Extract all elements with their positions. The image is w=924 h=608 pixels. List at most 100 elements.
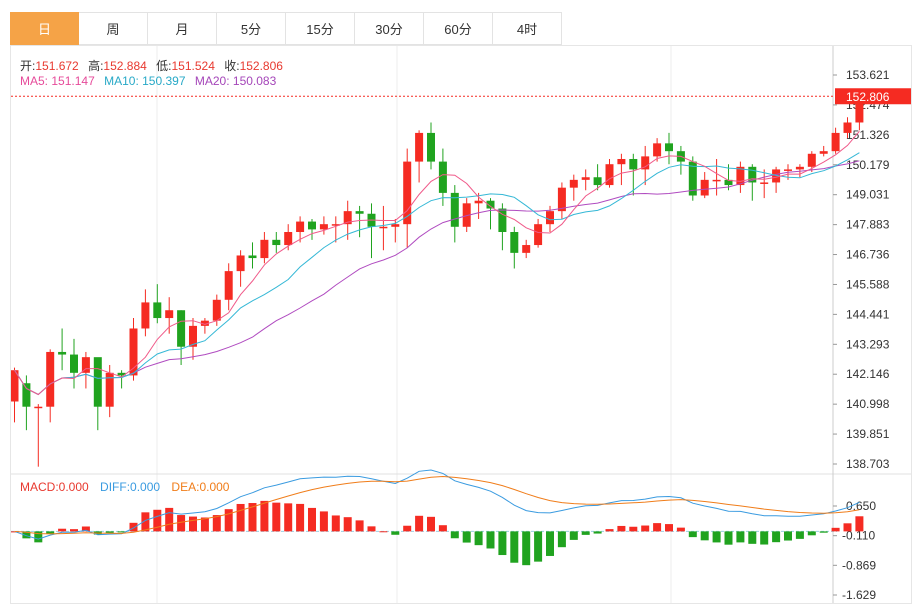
macd-bar-53 xyxy=(641,525,650,532)
price-tick-label-12: 139.851 xyxy=(846,427,890,441)
candle-body-18 xyxy=(224,271,233,300)
candle-body-17 xyxy=(212,299,221,321)
candle-body-20 xyxy=(248,255,257,259)
candle-body-50 xyxy=(605,164,614,186)
price-tick-label-13: 138.703 xyxy=(846,457,890,471)
macd-bar-70 xyxy=(843,523,852,532)
candle-body-54 xyxy=(653,143,662,157)
candle-body-70 xyxy=(843,122,852,133)
last-price-tag-label: 152.806 xyxy=(846,90,890,104)
tab-7[interactable]: 4时 xyxy=(493,12,562,45)
macd-tick-label-2: -0.869 xyxy=(842,558,876,572)
ma20-label: MA20: xyxy=(194,74,230,88)
macd-bar-31 xyxy=(379,531,388,533)
tab-2[interactable]: 月 xyxy=(148,12,217,45)
macd-bar-46 xyxy=(557,531,566,548)
high-label: 高: xyxy=(88,59,104,73)
candlestick-chart: 153.621152.474151.326150.179149.031147.8… xyxy=(11,46,911,603)
macd-bar-25 xyxy=(308,507,316,532)
candle-body-51 xyxy=(617,158,626,165)
candle-body-42 xyxy=(510,232,519,253)
candle-body-2 xyxy=(34,406,43,409)
tab-0[interactable]: 日 xyxy=(10,12,79,45)
low-label: 低: xyxy=(156,59,172,73)
macd-bar-57 xyxy=(688,531,697,538)
candle-body-47 xyxy=(569,179,578,188)
macd-bar-26 xyxy=(319,511,328,532)
ma5-value: 151.147 xyxy=(51,74,95,88)
macd-bar-40 xyxy=(486,531,495,549)
price-tick-label-5: 147.883 xyxy=(846,218,890,232)
tab-5[interactable]: 30分 xyxy=(355,12,424,45)
macd-bar-38 xyxy=(462,531,471,543)
macd-bar-23 xyxy=(284,503,293,532)
macd-bar-34 xyxy=(415,515,424,532)
candle-body-31 xyxy=(379,226,388,229)
high-value: 152.884 xyxy=(103,59,147,73)
macd-bar-28 xyxy=(343,517,352,532)
macd-bar-71 xyxy=(855,516,864,532)
price-tick-label-4: 149.031 xyxy=(846,188,890,202)
ma5-label: MA5: xyxy=(20,74,49,88)
candle-body-43 xyxy=(522,245,531,253)
macd-bar-37 xyxy=(450,531,459,539)
macd-bar-58 xyxy=(700,531,709,541)
ohlc-info: 开:151.672 高:152.884 低:151.524 收:152.806 xyxy=(20,57,283,74)
candle-body-55 xyxy=(665,143,673,152)
candle-body-29 xyxy=(355,211,364,214)
macd-bar-65 xyxy=(784,531,792,541)
candle-body-63 xyxy=(760,182,769,184)
candle-body-52 xyxy=(629,158,638,170)
macd-bar-43 xyxy=(522,531,531,566)
price-tick-label-7: 145.588 xyxy=(846,277,890,291)
ma10-value: 150.397 xyxy=(142,74,186,88)
macd-bar-41 xyxy=(498,531,507,556)
chart-frame: 153.621 152.474 151.326 150.179 149.031 147.8… xyxy=(10,45,912,604)
candle-body-48 xyxy=(581,177,590,180)
candle-body-68 xyxy=(819,151,828,154)
ma-info: MA5: 151.147 MA10: 150.397 MA20: 150.083 xyxy=(20,74,276,88)
price-tick-label-0: 153.621 xyxy=(846,68,890,82)
macd-value: 0.000 xyxy=(58,480,89,494)
ma10-label: MA10: xyxy=(104,74,139,88)
candle-body-19 xyxy=(236,255,245,272)
candle-body-35 xyxy=(427,132,435,162)
tab-6[interactable]: 60分 xyxy=(424,12,493,45)
macd-info: MACD:0.000 DIFF:0.000 DEA:0.000 xyxy=(20,480,229,494)
dea-value: 0.000 xyxy=(199,480,230,494)
macd-bar-49 xyxy=(593,531,602,534)
ma20-value: 150.083 xyxy=(232,74,277,88)
candle-body-49 xyxy=(593,177,602,186)
candle-body-65 xyxy=(784,169,792,171)
macd-bar-18 xyxy=(224,509,233,532)
price-tick-label-10: 142.146 xyxy=(846,367,890,381)
tab-3[interactable]: 5分 xyxy=(217,12,286,45)
candle-body-39 xyxy=(474,200,483,204)
macd-bar-51 xyxy=(617,525,626,532)
candle-body-66 xyxy=(795,166,804,170)
macd-bar-61 xyxy=(736,531,745,543)
macd-bar-47 xyxy=(569,531,578,540)
macd-bar-21 xyxy=(260,500,269,532)
macd-bar-19 xyxy=(236,503,245,532)
tab-1[interactable]: 周 xyxy=(79,12,148,45)
macd-bar-67 xyxy=(807,531,816,536)
macd-bar-39 xyxy=(474,531,483,546)
macd-bar-68 xyxy=(819,531,828,533)
macd-bar-4 xyxy=(58,528,67,532)
candle-body-34 xyxy=(415,132,424,162)
price-tick-label-8: 144.441 xyxy=(846,307,890,321)
price-tick-label-9: 143.293 xyxy=(846,337,890,351)
ma20-line xyxy=(14,160,860,396)
macd-bar-55 xyxy=(665,524,673,532)
open-value: 151.672 xyxy=(35,59,79,73)
macd-bar-29 xyxy=(355,520,364,532)
candle-body-14 xyxy=(177,310,186,347)
candle-body-22 xyxy=(272,239,281,246)
macd-bar-66 xyxy=(795,531,804,539)
macd-bar-30 xyxy=(367,526,376,532)
candle-body-1 xyxy=(22,383,31,407)
close-value: 152.806 xyxy=(239,59,283,73)
tab-4[interactable]: 15分 xyxy=(286,12,355,45)
price-tick-label-3: 150.179 xyxy=(846,158,890,172)
